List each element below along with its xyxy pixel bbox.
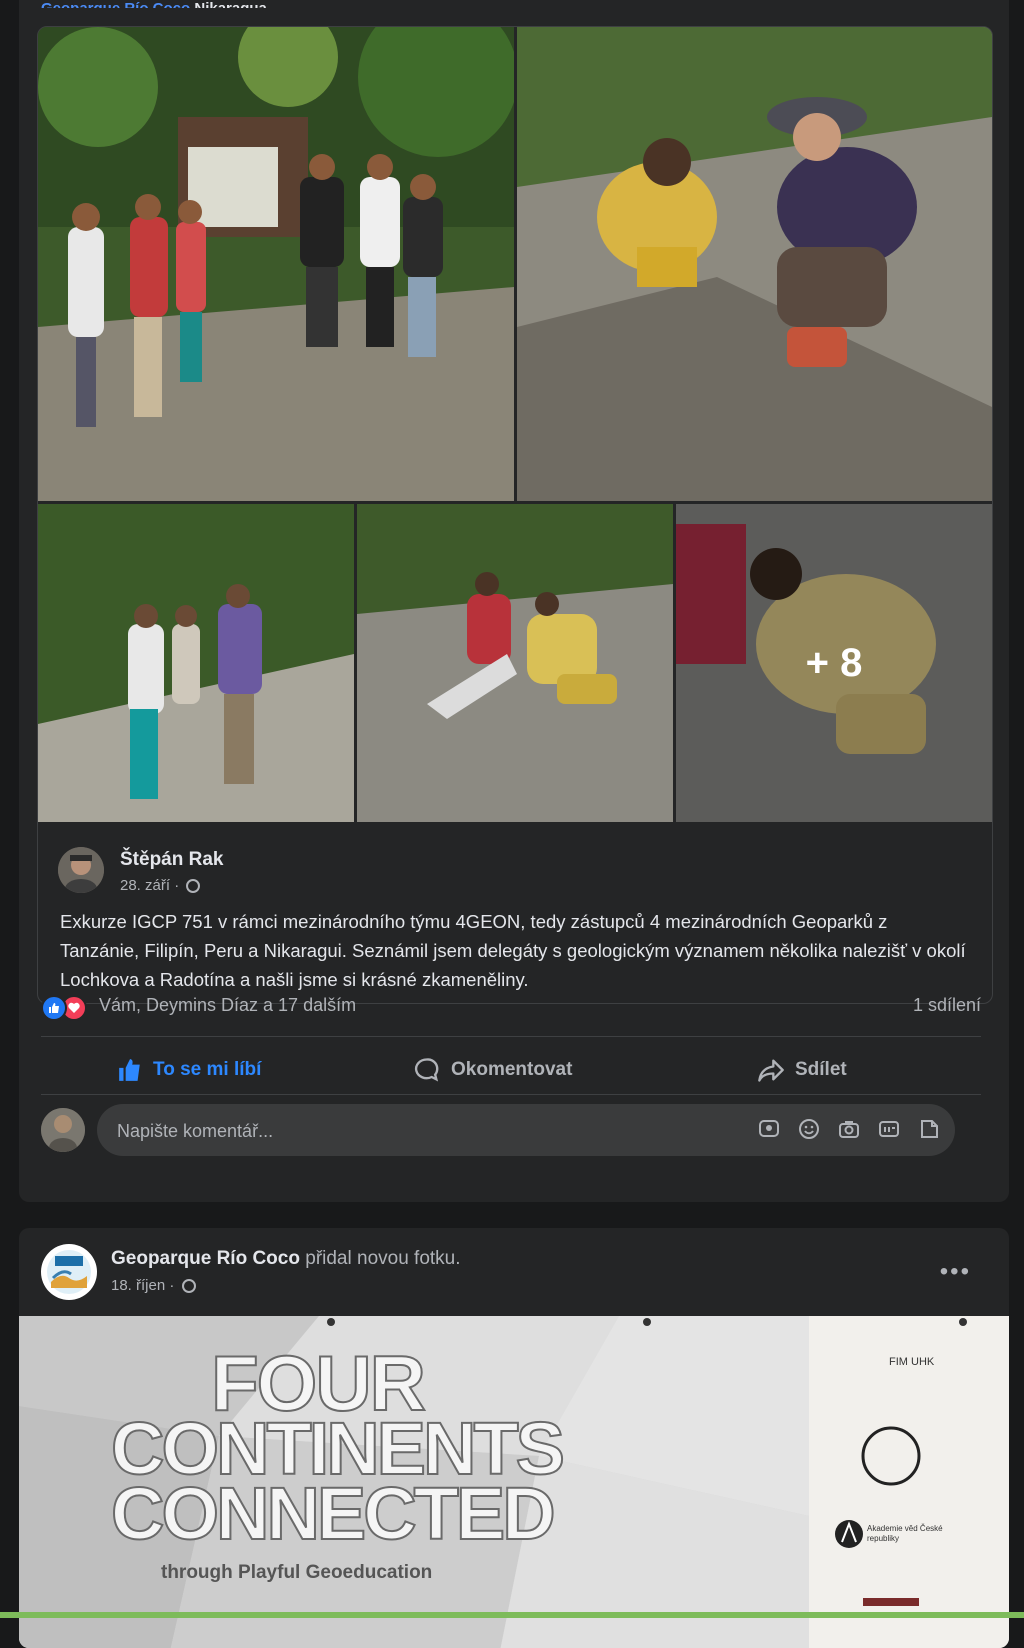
post-title: Geoparque Río Coco přidal novou fotku. xyxy=(111,1248,461,1270)
author-avatar[interactable] xyxy=(58,847,104,893)
emoji-icon[interactable] xyxy=(797,1117,821,1141)
share-icon xyxy=(758,1059,784,1082)
share-button[interactable]: Sdílet xyxy=(757,1048,847,1092)
more-icon[interactable]: ••• xyxy=(940,1258,971,1286)
author-row: Štěpán Rak 28. září · xyxy=(58,847,958,897)
post-date[interactable]: 18. říjen xyxy=(111,1277,165,1294)
post-text: Exkurze IGCP 751 v rámci mezinárodního t… xyxy=(60,911,966,990)
reaction-names[interactable]: Vám, Deymins Díaz a 17 dalším xyxy=(99,995,356,1016)
share-label: Sdílet xyxy=(795,1059,847,1080)
meta-separator: · xyxy=(169,1277,175,1294)
country-label: Nikaragua xyxy=(194,0,267,8)
like-icon xyxy=(119,1059,140,1081)
divider xyxy=(41,1094,981,1095)
photo-group-examining[interactable] xyxy=(38,504,354,822)
share-count[interactable]: 1 sdílení xyxy=(913,995,981,1016)
divider xyxy=(41,1036,981,1037)
comment-button[interactable]: Okomentovat xyxy=(413,1048,572,1092)
globe-icon xyxy=(181,1279,196,1293)
gif-icon[interactable] xyxy=(877,1117,901,1141)
page-logo[interactable] xyxy=(41,1244,97,1300)
post-card: Geoparque Río Coco přidal novou fotku. 1… xyxy=(19,1228,1009,1648)
reactions-bar[interactable]: Vám, Deymins Díaz a 17 dalším 1 sdílení xyxy=(41,992,981,1022)
avatar-sticker-icon[interactable] xyxy=(757,1117,781,1141)
more-photos-overlay[interactable]: + 8 xyxy=(676,504,992,822)
comment-input-wrapper xyxy=(97,1104,955,1158)
post-header-fragment: Geoparque Río Coco Nikaragua xyxy=(41,0,267,8)
page-name[interactable]: Geoparque Río Coco xyxy=(111,1248,300,1269)
post-meta: 18. říjen · xyxy=(111,1277,196,1294)
camera-icon[interactable] xyxy=(837,1117,861,1141)
page-link[interactable]: Geoparque Río Coco xyxy=(41,0,190,8)
comment-icon xyxy=(414,1058,439,1082)
meta-separator: · xyxy=(174,877,180,894)
shared-post: + 8 Štěpán Rak 28. září · Exkurze IGCP 7… xyxy=(37,26,993,1004)
banner-logo-academy: Akademie věd České republiky xyxy=(867,1524,943,1543)
post-meta: 28. září · xyxy=(120,877,201,894)
post-photo-banner[interactable]: FOUR CONTINENTS CONNECTED through Playfu… xyxy=(19,1316,1009,1648)
banner-title-line3: CONNECTED xyxy=(110,1471,557,1556)
author-name[interactable]: Štěpán Rak xyxy=(120,849,223,871)
banner-subtitle: through Playful Geoeducation xyxy=(161,1562,433,1583)
bottom-strip xyxy=(0,1612,1024,1618)
comment-label: Okomentovat xyxy=(451,1059,573,1080)
like-icon xyxy=(41,995,67,1021)
user-avatar[interactable] xyxy=(41,1108,85,1152)
banner-logo-fim: FIM UHK xyxy=(889,1356,935,1368)
photo-sitting-on-gravel[interactable] xyxy=(357,504,673,822)
post-date[interactable]: 28. září xyxy=(120,877,170,894)
comment-input[interactable] xyxy=(115,1104,719,1158)
post-header: Geoparque Río Coco přidal novou fotku. 1… xyxy=(41,1244,981,1308)
like-label: To se mi líbí xyxy=(153,1059,262,1080)
like-button[interactable]: To se mi líbí xyxy=(117,1048,261,1092)
photo-group-at-sign[interactable] xyxy=(38,27,514,501)
sticker-icon[interactable] xyxy=(917,1117,941,1141)
comment-composer xyxy=(41,1104,981,1160)
globe-icon xyxy=(186,879,201,893)
post-action-text: přidal novou fotku. xyxy=(305,1248,461,1269)
composer-icons xyxy=(757,1117,941,1141)
photo-crouching-men[interactable] xyxy=(517,27,992,501)
post-card: Geoparque Río Coco Nikaragua xyxy=(19,0,1009,1202)
photo-more[interactable]: + 8 xyxy=(676,504,992,822)
